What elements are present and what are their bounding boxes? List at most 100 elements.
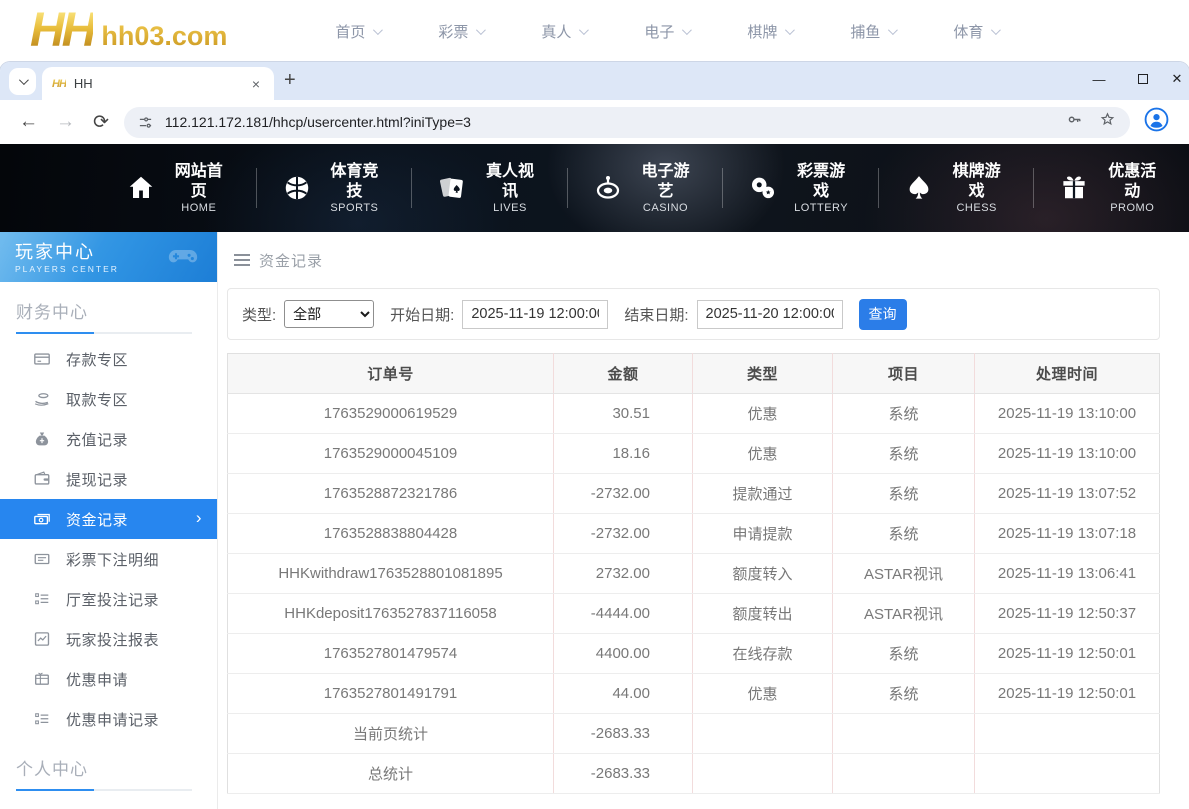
cell-amount: 30.51 [554, 394, 693, 434]
start-date-input[interactable] [462, 300, 608, 329]
sidebar-item-label: 存款专区 [66, 349, 128, 370]
tab-close-icon[interactable]: × [248, 74, 264, 94]
reload-button[interactable]: ⟳ [84, 111, 118, 134]
top-nav-fishing[interactable]: 捕鱼 [850, 21, 953, 42]
top-nav-label: 电子 [644, 21, 674, 42]
cell-order: 1763528838804428 [228, 514, 554, 554]
nav-label-zh: 棋牌游戏 [946, 162, 1008, 202]
top-nav-lottery[interactable]: 彩票 [438, 21, 541, 42]
sidebar-title: 玩家中心 [15, 238, 217, 264]
sidebar-item-player-bet-report[interactable]: 玩家投注报表 [0, 619, 217, 659]
table-row: 1763529000045109 18.16 优惠 系统 2025-11-19 … [228, 434, 1160, 474]
cell-project: 系统 [833, 514, 975, 554]
spade-icon [904, 173, 934, 203]
table-row: 1763529000619529 30.51 优惠 系统 2025-11-19 … [228, 394, 1160, 434]
end-date-input[interactable] [697, 300, 843, 329]
sidebar-item-withdrawal-records[interactable]: 提现记录 [0, 459, 217, 499]
sidebar-item-announcements[interactable]: 消息公告 [0, 796, 217, 809]
sidebar-item-hall-bet-records[interactable]: 厅室投注记录 [0, 579, 217, 619]
browser-toolbar: ← → ⟳ 112.121.172.181/hhcp/usercenter.ht… [0, 100, 1189, 144]
nav-label-zh: 电子游艺 [635, 162, 697, 202]
nav-promo[interactable]: 优惠活动PROMO [1033, 160, 1189, 216]
cell-order: 1763527801479574 [228, 634, 554, 674]
site-logo[interactable]: HH hh03.com [30, 9, 227, 52]
nav-label-zh: 网站首页 [168, 162, 230, 202]
top-nav-chess[interactable]: 棋牌 [747, 21, 850, 42]
nav-casino[interactable]: 电子游艺CASINO [567, 160, 723, 216]
cell-amount: -2732.00 [554, 514, 693, 554]
top-nav-sports[interactable]: 体育 [953, 21, 1056, 42]
top-nav-home[interactable]: 首页 [335, 21, 438, 42]
sidebar-item-label: 玩家投注报表 [66, 629, 159, 650]
table-row-total-summary: 总统计 -2683.33 [228, 754, 1160, 794]
maximize-button[interactable] [1121, 72, 1165, 87]
sidebar-item-promo-apply[interactable]: 优惠申请 [0, 659, 217, 699]
cell-time [975, 714, 1160, 754]
cell-time: 2025-11-19 13:06:41 [975, 554, 1160, 594]
top-nav-slots[interactable]: 电子 [644, 21, 747, 42]
section-divider [16, 789, 192, 791]
cell-summary-label: 总统计 [228, 754, 554, 794]
sidebar-item-deposit-zone[interactable]: 存款专区 [0, 339, 217, 379]
cell-time: 2025-11-19 13:07:52 [975, 474, 1160, 514]
gamepad-icon [161, 238, 205, 272]
table-row: 1763527801491791 44.00 优惠 系统 2025-11-19 … [228, 674, 1160, 714]
cell-time: 2025-11-19 13:07:18 [975, 514, 1160, 554]
gift-icon [1059, 173, 1089, 203]
type-label: 类型: [242, 304, 276, 325]
sidebar-item-withdraw-zone[interactable]: 取款专区 [0, 379, 217, 419]
tab-title: HH [74, 76, 248, 91]
nav-chess[interactable]: 棋牌游戏CHESS [878, 160, 1034, 216]
start-date-label: 开始日期: [390, 304, 454, 325]
profile-avatar-icon[interactable] [1144, 107, 1169, 137]
list-icon [33, 590, 51, 608]
table-header-row: 订单号 金额 类型 项目 处理时间 [228, 354, 1160, 394]
search-button[interactable]: 查询 [859, 299, 907, 330]
cell-time: 2025-11-19 12:50:37 [975, 594, 1160, 634]
forward-button[interactable]: → [47, 111, 84, 133]
close-window-button[interactable]: ✕ [1165, 71, 1189, 87]
nav-lottery[interactable]: 彩票游戏LOTTERY [722, 160, 878, 216]
sidebar-item-recharge-records[interactable]: 充值记录 [0, 419, 217, 459]
sidebar-item-promo-apply-records[interactable]: 优惠申请记录 [0, 699, 217, 739]
cell-type: 额度转出 [693, 594, 833, 634]
top-nav-live[interactable]: 真人 [541, 21, 644, 42]
cell-time: 2025-11-19 12:50:01 [975, 634, 1160, 674]
top-nav-label: 真人 [541, 21, 571, 42]
sports-icon [282, 173, 312, 203]
sidebar-item-fund-records[interactable]: 资金记录 › [0, 499, 217, 539]
chevron-down-icon [476, 25, 486, 35]
withdraw-hand-icon [33, 390, 51, 408]
end-date-label: 结束日期: [624, 304, 688, 325]
url-bar[interactable]: 112.121.172.181/hhcp/usercenter.html?ini… [124, 107, 1130, 138]
sidebar-item-label: 取款专区 [66, 389, 128, 410]
nav-live-casino[interactable]: 真人视讯LIVES [411, 160, 567, 216]
tab-search-button[interactable] [9, 68, 36, 95]
new-tab-button[interactable]: + [284, 69, 296, 92]
cell-type: 优惠 [693, 394, 833, 434]
col-header-type: 类型 [693, 354, 833, 394]
sidebar-item-lottery-bet-detail[interactable]: 彩票下注明细 [0, 539, 217, 579]
nav-home[interactable]: 网站首页HOME [100, 160, 256, 216]
sidebar-header: 玩家中心 PLAYERS CENTER [0, 232, 217, 282]
logo-hh-text: HH [30, 9, 93, 52]
workspace: 玩家中心 PLAYERS CENTER 财务中心 存款专区 取款专区 充值记录 … [0, 232, 1189, 809]
cell-type: 申请提款 [693, 514, 833, 554]
minimize-button[interactable]: — [1077, 72, 1121, 87]
top-nav-label: 棋牌 [747, 21, 777, 42]
cell-amount: -2732.00 [554, 474, 693, 514]
browser-tab[interactable]: HH HH × [42, 67, 274, 100]
password-key-icon[interactable] [1066, 111, 1083, 133]
home-icon [126, 173, 156, 203]
cell-type: 优惠 [693, 434, 833, 474]
table-row: 1763528838804428 -2732.00 申请提款 系统 2025-1… [228, 514, 1160, 554]
nav-sports[interactable]: 体育竞技SPORTS [256, 160, 412, 216]
type-select[interactable]: 全部 [284, 300, 374, 328]
top-nav-label: 体育 [953, 21, 983, 42]
back-button[interactable]: ← [10, 111, 47, 133]
fund-records-table: 订单号 金额 类型 项目 处理时间 1763529000619529 30.51… [227, 353, 1160, 794]
bookmark-star-icon[interactable] [1099, 111, 1116, 133]
chevron-down-icon [888, 25, 898, 35]
cell-project: 系统 [833, 434, 975, 474]
site-top-nav: 首页 彩票 真人 电子 棋牌 捕鱼 体育 [335, 21, 1056, 42]
